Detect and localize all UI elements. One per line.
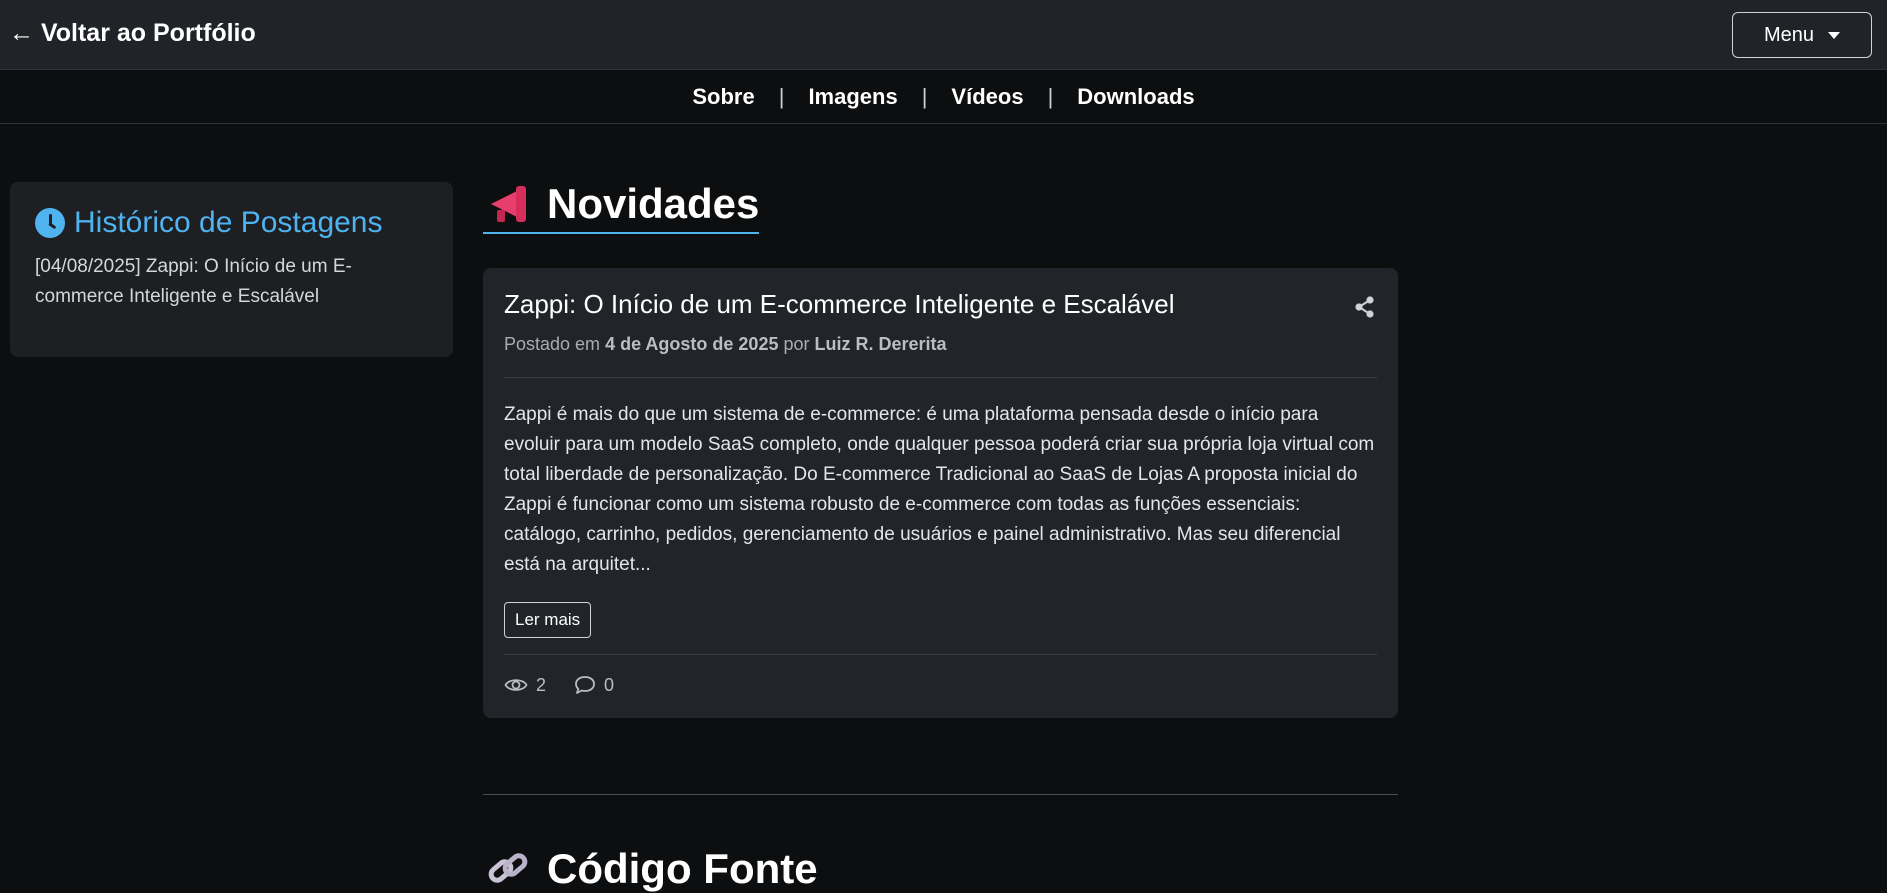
nav-separator: | [921, 84, 928, 109]
source-code-section-title: Código Fonte [547, 845, 818, 892]
section-divider [483, 794, 1398, 795]
post-author: Luiz R. Dererita [814, 333, 947, 354]
share-icon[interactable] [1354, 296, 1376, 318]
post-meta-by: por [783, 333, 810, 354]
read-more-button[interactable]: Ler mais [504, 601, 592, 638]
top-bar: ← Voltar ao Portfólio Menu [0, 0, 1887, 70]
post-title[interactable]: Zappi: O Início de um E-commerce Intelig… [504, 288, 1377, 322]
post-excerpt: Zappi é mais do que um sistema de e-comm… [504, 403, 1375, 575]
nav-link-sobre[interactable]: Sobre [692, 84, 754, 110]
news-section-title: Novidades [547, 180, 760, 227]
comments-stat: 0 [574, 675, 614, 696]
eye-icon [504, 679, 528, 692]
post-card: Zappi: O Início de um E-commerce Intelig… [483, 268, 1398, 718]
menu-button-label: Menu [1763, 23, 1815, 46]
views-count: 2 [536, 674, 547, 695]
link-icon [488, 853, 528, 883]
menu-dropdown-button[interactable]: Menu [1732, 12, 1872, 58]
back-to-portfolio-link[interactable]: ← Voltar ao Portfólio [9, 19, 256, 48]
views-stat: 2 [504, 675, 546, 696]
post-stats: 2 0 [504, 653, 1377, 696]
post-history-sidebar: Histórico de Postagens [04/08/2025] Zapp… [10, 182, 453, 357]
nav-link-videos[interactable]: Vídeos [951, 84, 1023, 110]
comment-icon [575, 676, 595, 695]
nav-link-imagens[interactable]: Imagens [808, 84, 897, 110]
post-meta: Postado em 4 de Agosto de 2025 por Luiz … [504, 334, 1377, 378]
comments-count: 0 [604, 674, 615, 695]
nav-link-downloads[interactable]: Downloads [1077, 84, 1194, 110]
post-history-title: Histórico de Postagens [74, 206, 383, 239]
post-date: 4 de Agosto de 2025 [605, 333, 779, 354]
post-history-heading: Histórico de Postagens [35, 206, 428, 240]
post-meta-prefix: Postado em [504, 333, 601, 354]
nav-separator: | [778, 84, 785, 109]
caret-down-icon [1828, 31, 1841, 39]
nav-separator: | [1047, 84, 1054, 109]
section-nav: Sobre | Imagens | Vídeos | Downloads [0, 71, 1887, 124]
megaphone-icon [487, 184, 529, 224]
clock-icon [35, 208, 65, 238]
post-history-item[interactable]: [04/08/2025] Zappi: O Início de um E-com… [35, 252, 428, 312]
news-section-heading: Novidades [483, 180, 760, 234]
source-code-section-heading: Código Fonte [487, 845, 818, 893]
